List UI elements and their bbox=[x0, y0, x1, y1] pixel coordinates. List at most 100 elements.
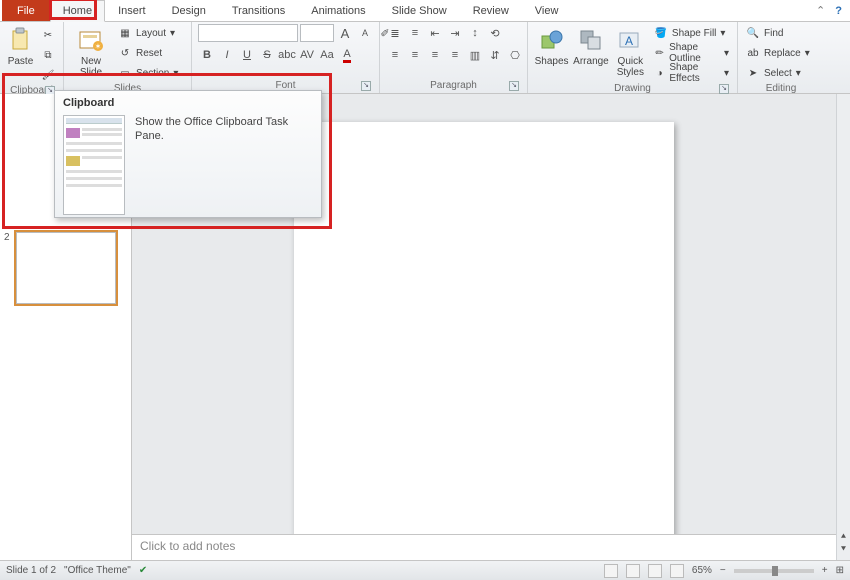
bucket-icon: 🪣 bbox=[654, 26, 668, 40]
slide-thumbnail-2[interactable] bbox=[16, 232, 116, 304]
case-button[interactable]: Aa bbox=[318, 46, 336, 64]
normal-view-button[interactable] bbox=[604, 564, 618, 578]
tab-animations[interactable]: Animations bbox=[298, 0, 378, 21]
ribbon: Paste ✂ ⧉ 🖌 Clipboard↘ ✶ New Slide ▦Layo… bbox=[0, 22, 850, 94]
shape-effects-button[interactable]: ◑Shape Effects▾ bbox=[652, 64, 731, 82]
align-text-button[interactable]: ⇵ bbox=[486, 46, 504, 64]
find-button[interactable]: 🔍Find bbox=[744, 24, 812, 42]
bullets-button[interactable]: ≣ bbox=[386, 24, 404, 42]
reset-icon: ↺ bbox=[118, 46, 132, 60]
shrink-font-button[interactable]: A bbox=[356, 24, 374, 42]
cut-button[interactable]: ✂ bbox=[39, 26, 57, 44]
help-icon[interactable]: ? bbox=[835, 5, 842, 17]
align-left-button[interactable]: ≡ bbox=[386, 46, 404, 64]
paste-button[interactable]: Paste bbox=[6, 24, 35, 67]
spellcheck-icon[interactable]: ✔ bbox=[139, 565, 147, 576]
status-zoom: 65% bbox=[692, 565, 712, 576]
shapes-button[interactable]: Shapes bbox=[534, 24, 569, 67]
status-theme: "Office Theme" bbox=[64, 565, 131, 576]
grow-font-button[interactable]: A bbox=[336, 24, 354, 42]
chevron-down-icon: ▾ bbox=[170, 28, 175, 39]
replace-button[interactable]: abReplace▾ bbox=[744, 44, 812, 62]
spacing-button[interactable]: AV bbox=[298, 46, 316, 64]
paste-label: Paste bbox=[8, 56, 34, 67]
arrange-button[interactable]: Arrange bbox=[573, 24, 609, 67]
quick-styles-button[interactable]: A Quick Styles bbox=[613, 24, 648, 78]
select-button[interactable]: ➤Select▾ bbox=[744, 64, 812, 82]
brush-icon: 🖌 bbox=[41, 68, 55, 82]
copy-icon: ⧉ bbox=[41, 48, 55, 62]
status-bar: Slide 1 of 2 "Office Theme" ✔ 65% − + ⊞ bbox=[0, 560, 850, 580]
find-icon: 🔍 bbox=[746, 26, 760, 40]
layout-icon: ▦ bbox=[118, 26, 132, 40]
zoom-slider[interactable] bbox=[734, 569, 814, 573]
indent-button[interactable]: ⇥ bbox=[446, 24, 464, 42]
paragraph-launcher[interactable]: ↘ bbox=[509, 81, 519, 91]
tab-strip: File Home Insert Design Transitions Anim… bbox=[0, 0, 850, 22]
font-name-input[interactable] bbox=[198, 24, 298, 42]
paragraph-group-label: Paragraph bbox=[430, 80, 477, 91]
new-slide-label: New Slide bbox=[80, 56, 102, 78]
italic-button[interactable]: I bbox=[218, 46, 236, 64]
zoom-in-button[interactable]: + bbox=[822, 565, 828, 576]
zoom-out-button[interactable]: − bbox=[720, 565, 726, 576]
chevron-down-icon: ▾ bbox=[173, 68, 178, 79]
drawing-launcher[interactable]: ↘ bbox=[719, 84, 729, 94]
next-slide-icon[interactable]: ⯆ bbox=[839, 544, 849, 554]
tab-slideshow[interactable]: Slide Show bbox=[379, 0, 460, 21]
tab-insert[interactable]: Insert bbox=[105, 0, 159, 21]
shape-fill-button[interactable]: 🪣Shape Fill▾ bbox=[652, 24, 731, 42]
reset-button[interactable]: ↺Reset bbox=[116, 44, 180, 62]
shadow-button[interactable]: abc bbox=[278, 46, 296, 64]
smartart-button[interactable]: ⎔ bbox=[506, 46, 524, 64]
strike-button[interactable]: S bbox=[258, 46, 276, 64]
layout-button[interactable]: ▦Layout▾ bbox=[116, 24, 180, 42]
svg-text:✶: ✶ bbox=[95, 42, 102, 51]
copy-button[interactable]: ⧉ bbox=[39, 46, 57, 64]
reading-view-button[interactable] bbox=[648, 564, 662, 578]
tab-home[interactable]: Home bbox=[50, 0, 105, 22]
sorter-view-button[interactable] bbox=[626, 564, 640, 578]
svg-text:A: A bbox=[625, 34, 633, 48]
font-size-input[interactable] bbox=[300, 24, 334, 42]
font-launcher[interactable]: ↘ bbox=[361, 81, 371, 91]
fit-to-window-button[interactable]: ⊞ bbox=[836, 565, 844, 576]
align-right-button[interactable]: ≡ bbox=[426, 46, 444, 64]
line-spacing-button[interactable]: ↕ bbox=[466, 24, 484, 42]
tooltip-preview-thumb bbox=[63, 115, 125, 215]
text-direction-button[interactable]: ⟲ bbox=[486, 24, 504, 42]
section-icon: ▭ bbox=[118, 66, 132, 80]
replace-icon: ab bbox=[746, 46, 760, 60]
editing-group-label: Editing bbox=[766, 83, 797, 94]
tab-transitions[interactable]: Transitions bbox=[219, 0, 298, 21]
format-painter-button[interactable]: 🖌 bbox=[39, 66, 57, 84]
font-color-button[interactable]: A bbox=[338, 46, 356, 64]
pencil-icon: ✏ bbox=[654, 46, 665, 60]
notes-pane[interactable]: Click to add notes bbox=[132, 534, 836, 560]
tab-review[interactable]: Review bbox=[460, 0, 522, 21]
justify-button[interactable]: ≡ bbox=[446, 46, 464, 64]
bold-button[interactable]: B bbox=[198, 46, 216, 64]
numbering-button[interactable]: ≡ bbox=[406, 24, 424, 42]
align-center-button[interactable]: ≡ bbox=[406, 46, 424, 64]
underline-button[interactable]: U bbox=[238, 46, 256, 64]
status-slide-count: Slide 1 of 2 bbox=[6, 565, 56, 576]
select-icon: ➤ bbox=[746, 66, 760, 80]
shape-outline-button[interactable]: ✏Shape Outline▾ bbox=[652, 44, 731, 62]
columns-button[interactable]: ▥ bbox=[466, 46, 484, 64]
tab-view[interactable]: View bbox=[522, 0, 572, 21]
tooltip-title: Clipboard bbox=[63, 97, 313, 109]
prev-slide-icon[interactable]: ⯅ bbox=[839, 531, 849, 541]
new-slide-button[interactable]: ✶ New Slide bbox=[70, 24, 112, 78]
section-button[interactable]: ▭Section▾ bbox=[116, 64, 180, 82]
tab-file[interactable]: File bbox=[2, 0, 50, 21]
effects-icon: ◑ bbox=[654, 66, 665, 80]
tooltip-description: Show the Office Clipboard Task Pane. bbox=[135, 115, 313, 215]
slide-canvas[interactable] bbox=[294, 122, 674, 534]
dedent-button[interactable]: ⇤ bbox=[426, 24, 444, 42]
slideshow-view-button[interactable] bbox=[670, 564, 684, 578]
tab-design[interactable]: Design bbox=[159, 0, 219, 21]
clipboard-tooltip: Clipboard Show the Office Clipboard Task… bbox=[54, 90, 322, 218]
minimize-ribbon-icon[interactable]: ⌃ bbox=[816, 4, 825, 17]
vertical-scrollbar[interactable]: ⯅ ⯆ bbox=[836, 94, 850, 560]
